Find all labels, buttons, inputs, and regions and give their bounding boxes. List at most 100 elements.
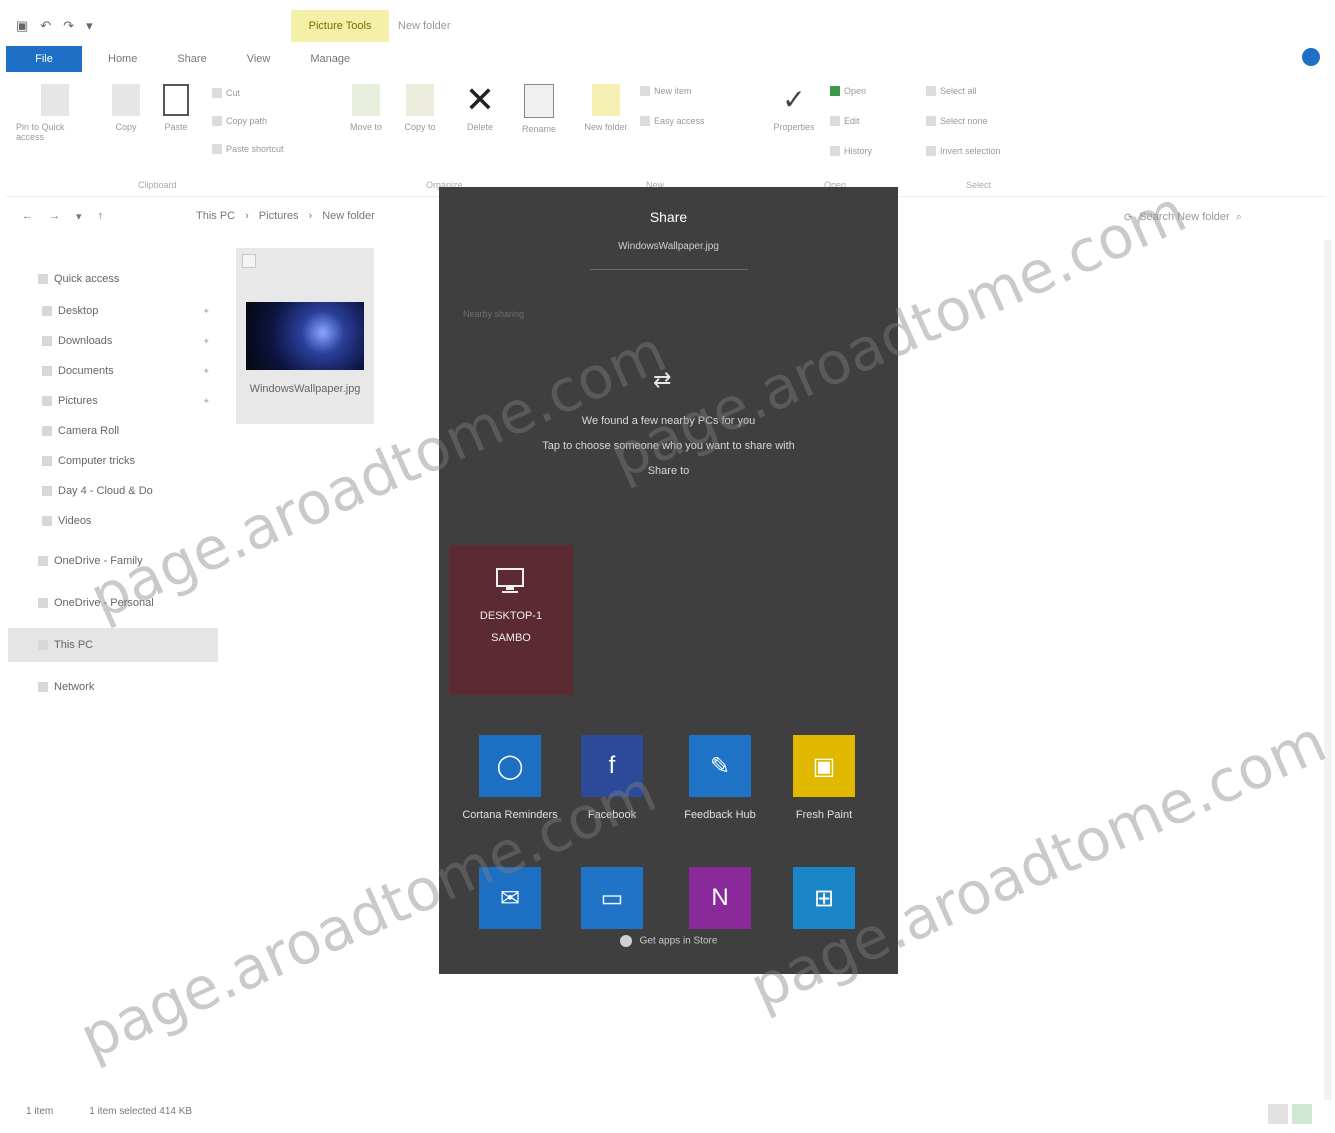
app-label: Cortana Reminders [462,809,558,821]
history-button[interactable]: History [830,146,872,156]
copy-button[interactable]: Copy [106,84,146,132]
paste-shortcut-icon [212,144,222,154]
nav-onedrive-personal[interactable]: OneDrive - Personal [8,586,218,620]
cut-button[interactable]: Cut [212,88,240,98]
group-clipboard: Clipboard [138,180,177,190]
properties-button[interactable]: ✓ Properties [764,84,824,132]
details-view-icon[interactable] [1268,1104,1288,1124]
tab-view[interactable]: View [227,46,291,72]
app-fresh-paint[interactable]: ▣ Fresh Paint [769,735,879,825]
share-divider [590,269,748,270]
nav-item-camera-roll[interactable]: Camera Roll [8,416,218,446]
pin-quick-access-button[interactable]: Pin to Quick access [16,84,94,142]
nav-network[interactable]: Network [8,670,218,704]
copy-to-button[interactable]: Copy to [398,84,442,132]
edit-button[interactable]: Edit [830,116,860,126]
nav-item-pictures[interactable]: Pictures ✦ [8,386,218,416]
easy-access-button[interactable]: Easy access [640,116,705,126]
desktop-icon [42,306,52,316]
select-none-button[interactable]: Select none [926,116,988,126]
pin-label: Pin to Quick access [16,122,65,142]
device-name: DESKTOP-1 SAMBO [449,605,573,649]
computer-icon [38,640,48,650]
delete-button[interactable]: ✕ Delete [458,82,502,133]
app-store[interactable]: ⊞ [769,867,879,929]
large-icons-view-icon[interactable] [1292,1104,1312,1124]
tab-manage[interactable]: Manage [290,46,370,72]
app-label: Feedback Hub [684,809,756,821]
tab-share[interactable]: Share [157,46,226,72]
back-icon[interactable]: ← [22,210,33,223]
star-icon [38,274,48,284]
picture-tools-tab[interactable]: Picture Tools [291,10,389,42]
nav-item-day4[interactable]: Day 4 - Cloud & Do [8,476,218,506]
invert-selection-label: Invert selection [940,146,1001,156]
tab-home[interactable]: Home [88,46,157,72]
search-input[interactable]: ⟳ Search New folder ⌕ [1124,206,1314,228]
new-folder-button[interactable]: New folder [584,84,628,132]
open-button[interactable]: Open [830,86,866,96]
refresh-icon[interactable]: ⟳ [1124,211,1133,224]
nav-onedrive-family[interactable]: OneDrive - Family [8,544,218,578]
network-icon [38,682,48,692]
recent-icon[interactable]: ▾ [76,210,82,223]
breadcrumb-pictures[interactable]: Pictures [259,210,299,222]
undo-icon[interactable]: ↶ [40,18,51,34]
breadcrumb-this-pc[interactable]: This PC [196,210,235,222]
file-checkbox[interactable] [242,254,256,268]
redo-icon[interactable]: ↷ [63,18,74,34]
app-cortana[interactable]: ◯ Cortana Reminders [455,735,565,825]
select-all-button[interactable]: Select all [926,86,977,96]
up-icon[interactable]: ↑ [98,210,104,223]
nav-quick-access[interactable]: Quick access [8,262,218,296]
cut-label: Cut [226,88,241,98]
nearby-device-button[interactable]: DESKTOP-1 SAMBO [449,545,573,695]
nav-item-desktop[interactable]: Desktop ✦ [8,296,218,326]
nav-item-videos[interactable]: Videos [8,506,218,536]
nav-item-downloads[interactable]: Downloads ✦ [8,326,218,356]
app-messaging[interactable]: ▭ [557,867,667,929]
app-facebook[interactable]: f Facebook [557,735,667,825]
history-icon [830,146,840,156]
nav-label: Day 4 - Cloud & Do [58,485,153,497]
new-folder-label: New folder [584,122,628,132]
help-icon[interactable] [1302,48,1320,66]
breadcrumb-separator-icon: › [308,210,313,222]
app-onenote[interactable]: N [665,867,775,929]
group-select: Select [966,180,992,190]
dropdown-icon[interactable]: ▾ [86,18,93,34]
copy-path-button[interactable]: Copy path [212,116,267,126]
mail-icon: ✉ [479,867,541,929]
breadcrumb[interactable]: This PC › Pictures › New folder [196,210,375,222]
facebook-icon: f [581,735,643,797]
app-label: Facebook [587,809,637,821]
save-icon[interactable]: ▣ [16,18,28,34]
breadcrumb-new-folder[interactable]: New folder [322,210,375,222]
nav-this-pc[interactable]: This PC [8,628,218,662]
invert-selection-button[interactable]: Invert selection [926,146,1001,156]
nav-item-computer-tricks[interactable]: Computer tricks [8,446,218,476]
tab-file[interactable]: File [6,46,82,72]
get-apps-link[interactable]: Get apps in Store [439,935,898,947]
nearby-sharing-icon: ⇄ [653,367,672,392]
rename-button[interactable]: Rename [514,84,564,134]
search-placeholder: Search New folder [1139,211,1230,223]
paste-shortcut-button[interactable]: Paste shortcut [212,144,284,154]
share-panel: Share WindowsWallpaper.jpg Nearby sharin… [439,187,898,974]
move-to-button[interactable]: Move to [344,84,388,132]
copy-to-icon [406,84,434,116]
vertical-scrollbar[interactable] [1324,240,1332,1100]
copy-path-label: Copy path [226,116,268,126]
nav-item-documents[interactable]: Documents ✦ [8,356,218,386]
paste-button[interactable]: Paste [156,84,196,132]
file-name: WindowsWallpaper.jpg [249,383,361,395]
nav-label: Downloads [58,335,113,347]
nav-label: Computer tricks [58,455,136,467]
forward-icon[interactable]: → [49,210,60,223]
app-feedback-hub[interactable]: ✎ Feedback Hub [665,735,775,825]
app-mail[interactable]: ✉ [455,867,565,929]
file-item[interactable]: WindowsWallpaper.jpg [236,248,374,424]
new-item-button[interactable]: New item [640,86,692,96]
folder-icon [42,456,52,466]
copy-label: Copy [115,122,137,132]
